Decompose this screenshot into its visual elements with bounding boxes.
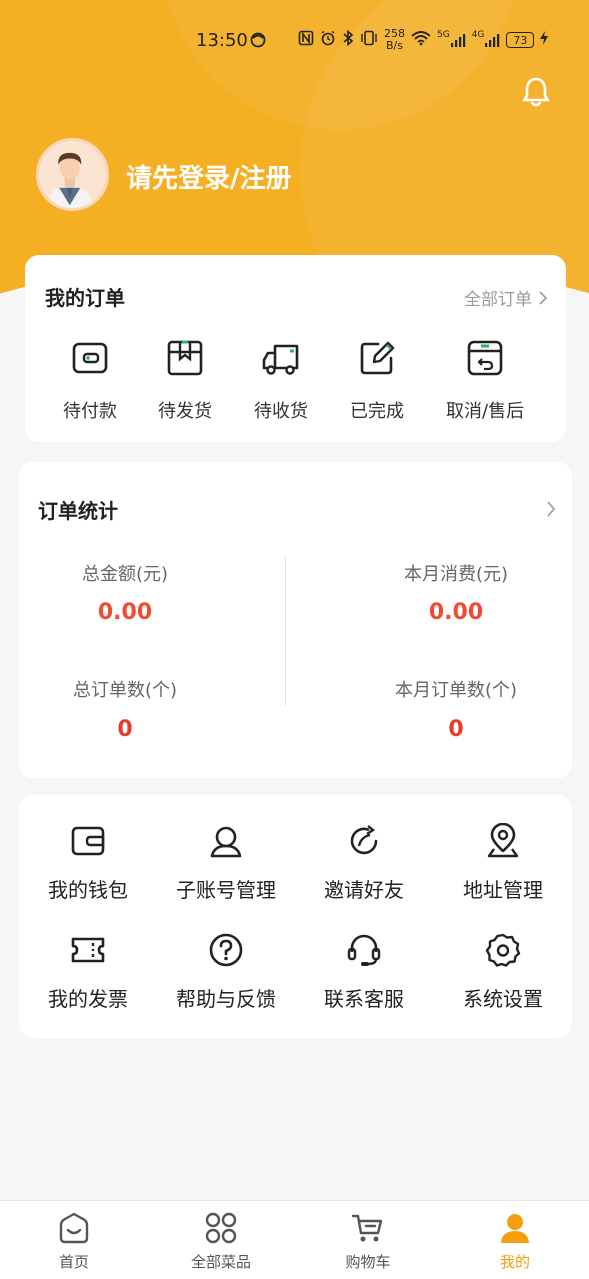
edit-icon — [360, 341, 395, 375]
menu-item-label: 地址管理 — [463, 878, 543, 902]
nfc-icon — [298, 30, 314, 50]
tab-cart[interactable]: 购物车 — [318, 1211, 418, 1272]
signal-5g-icon: 5G — [437, 30, 466, 48]
signal-5g-label: 5G — [437, 30, 450, 40]
order-stats-title: 订单统计 — [38, 499, 118, 523]
location-icon — [487, 823, 519, 858]
status-icons: 258 B/s 5G 4G 73 — [298, 28, 549, 52]
order-cancel-aftersale[interactable]: 取消/售后 — [446, 339, 524, 423]
charging-icon — [540, 31, 549, 49]
battery-icon: 73 — [506, 32, 535, 48]
order-pending-payment[interactable]: 待付款 — [63, 339, 117, 423]
order-stats-card[interactable]: 订单统计 总金额(元) 0.00 本月消费(元) 0.00 总订单数(个) 0 … — [19, 462, 572, 778]
month-orders-value: 0 — [448, 717, 464, 742]
menu-item-label: 邀请好友 — [324, 878, 404, 902]
order-item-label: 待付款 — [63, 401, 117, 422]
user-icon — [210, 826, 242, 858]
chevron-right-icon — [539, 290, 548, 305]
login-register-link[interactable]: 请先登录/注册 — [126, 158, 292, 195]
total-orders-value: 0 — [117, 717, 133, 742]
gear-icon — [485, 933, 521, 967]
share-icon — [350, 825, 378, 855]
my-orders-card: 我的订单 全部订单 待付款 待发货 待收货 已完成 取消/售后 — [25, 255, 566, 442]
month-orders-label: 本月订单数(个) — [394, 680, 518, 701]
tab-label: 我的 — [499, 1253, 530, 1271]
menu-item-label: 子账号管理 — [176, 878, 276, 902]
tab-label: 首页 — [58, 1253, 89, 1271]
tab-home[interactable]: 首页 — [24, 1211, 124, 1272]
menu-item-label: 帮助与反馈 — [176, 987, 276, 1011]
ticket-icon — [71, 937, 105, 963]
total-amount-value: 0.00 — [97, 600, 153, 625]
return-box-icon — [467, 340, 503, 376]
truck-icon — [262, 344, 299, 375]
all-orders-link[interactable]: 全部订单 — [464, 285, 548, 310]
wallet-icon — [72, 342, 108, 374]
signal-4g-icon: 4G — [471, 30, 501, 48]
order-completed[interactable]: 已完成 — [350, 339, 404, 423]
wifi-icon — [411, 30, 431, 50]
order-item-label: 取消/售后 — [446, 401, 525, 422]
menu-item-label: 系统设置 — [463, 987, 543, 1011]
alarm-icon — [320, 30, 336, 50]
menu-customer-service[interactable]: 联系客服 — [295, 932, 433, 1012]
stats-divider — [285, 556, 286, 706]
order-pending-shipment[interactable]: 待发货 — [158, 339, 212, 423]
menu-item-label: 联系客服 — [324, 987, 404, 1011]
wallet-icon — [71, 826, 105, 856]
menu-item-label: 我的发票 — [48, 987, 128, 1011]
net-speed-unit: B/s — [386, 39, 403, 52]
status-bar: 13:50 258 B/s 5G 4G 73 — [0, 24, 589, 58]
package-icon — [167, 340, 203, 376]
order-item-label: 已完成 — [350, 401, 404, 422]
total-amount-label: 总金额(元) — [81, 564, 169, 585]
all-orders-label: 全部订单 — [464, 290, 532, 310]
menu-invite-friends[interactable]: 邀请好友 — [295, 823, 433, 903]
tab-label: 购物车 — [345, 1253, 391, 1271]
tab-mine[interactable]: 我的 — [465, 1211, 565, 1272]
menu-my-wallet[interactable]: 我的钱包 — [19, 823, 157, 903]
menu-address[interactable]: 地址管理 — [434, 823, 572, 903]
avatar[interactable] — [36, 138, 109, 211]
chevron-right-icon[interactable] — [546, 500, 556, 518]
menu-settings[interactable]: 系统设置 — [434, 932, 572, 1012]
services-menu-card: 我的钱包 子账号管理 邀请好友 地址管理 我的发票 帮助与反馈 联系客服 系统设… — [19, 795, 572, 1038]
tab-all-dishes[interactable]: 全部菜品 — [171, 1211, 271, 1272]
month-spend-value: 0.00 — [428, 600, 484, 625]
vibrate-icon — [360, 30, 378, 50]
menu-sub-accounts[interactable]: 子账号管理 — [157, 823, 295, 903]
person-icon — [501, 1214, 529, 1243]
network-speed: 258 B/s — [384, 28, 405, 52]
my-orders-title: 我的订单 — [45, 286, 125, 310]
order-item-label: 待发货 — [158, 401, 212, 422]
tab-label: 全部菜品 — [190, 1253, 251, 1271]
bluetooth-icon — [342, 29, 354, 50]
grid-icon — [205, 1212, 237, 1244]
help-icon — [209, 933, 243, 967]
menu-item-label: 我的钱包 — [48, 878, 128, 902]
bell-icon[interactable] — [518, 74, 554, 110]
order-item-label: 待收货 — [254, 401, 308, 422]
order-pending-receipt[interactable]: 待收货 — [254, 339, 308, 423]
status-time: 13:50 — [196, 30, 248, 51]
menu-help-feedback[interactable]: 帮助与反馈 — [157, 932, 295, 1012]
total-orders-label: 总订单数(个) — [72, 680, 178, 701]
cart-icon — [351, 1214, 383, 1242]
face-icon — [250, 32, 266, 53]
menu-my-invoices[interactable]: 我的发票 — [19, 932, 157, 1012]
signal-4g-label: 4G — [471, 30, 485, 40]
headset-icon — [347, 934, 381, 966]
home-icon — [59, 1212, 89, 1244]
bottom-tab-bar: 首页 全部菜品 购物车 我的 — [0, 1200, 589, 1279]
month-spend-label: 本月消费(元) — [403, 564, 509, 585]
